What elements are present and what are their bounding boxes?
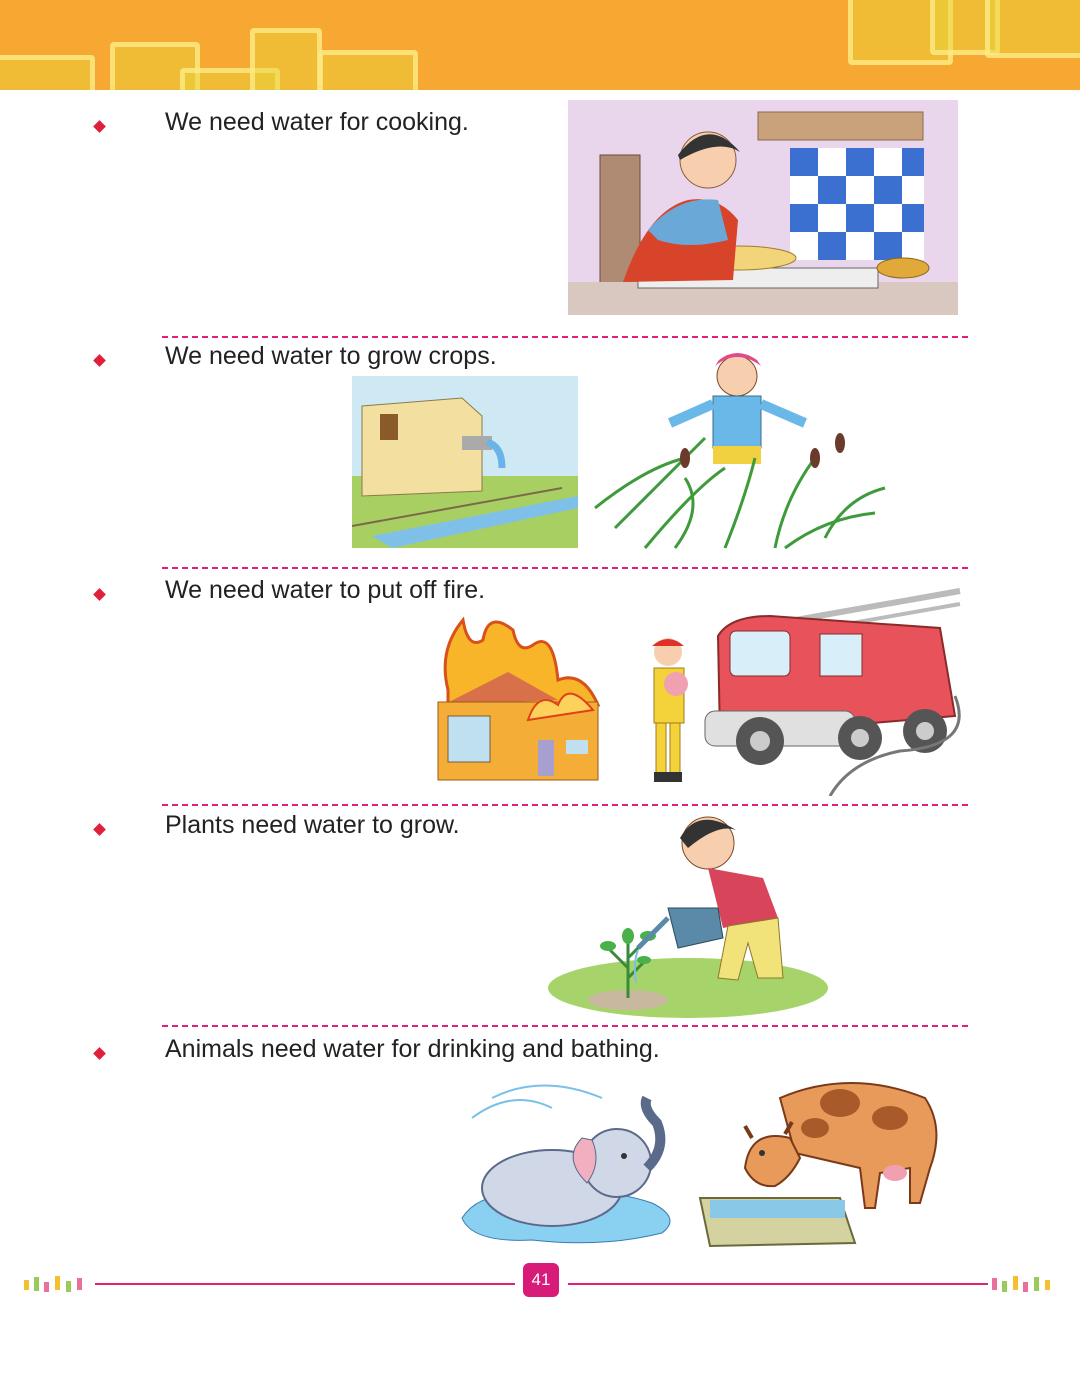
section-divider — [162, 1025, 968, 1027]
cow-drinking-illustration — [698, 1082, 938, 1248]
bullet-icon — [93, 1047, 106, 1060]
item-plants-text: Plants need water to grow. — [165, 811, 460, 839]
burning-house-illustration — [437, 616, 601, 781]
bullet-icon — [93, 354, 106, 367]
page-number-badge: 41 — [523, 1263, 559, 1297]
section-divider — [162, 336, 968, 338]
item-animals-text: Animals need water for drinking and bath… — [165, 1035, 660, 1063]
fire-truck-illustration — [704, 588, 961, 796]
firefighter-illustration — [652, 638, 688, 782]
bullet-icon — [93, 823, 106, 836]
item-cooking-text: We need water for cooking. — [165, 108, 469, 136]
footer-line-left — [95, 1283, 515, 1285]
farmer-crops-illustration — [594, 353, 886, 550]
item-crops-text: We need water to grow crops. — [165, 342, 497, 370]
footer-confetti-left — [24, 1276, 82, 1292]
section-divider — [162, 567, 968, 569]
woman-cooking-illustration — [568, 100, 958, 315]
item-fire-text: We need water to put off fire. — [165, 576, 486, 604]
header-banner — [0, 0, 1080, 90]
footer-line-right — [568, 1283, 988, 1285]
section-divider — [162, 804, 968, 806]
bullet-icon — [93, 120, 106, 133]
child-watering-plant-illustration — [548, 816, 828, 1018]
bullet-icon — [93, 588, 106, 601]
elephant-bathing-illustration — [461, 1084, 671, 1244]
footer-confetti-right — [992, 1276, 1050, 1292]
pump-house-illustration — [352, 376, 578, 548]
